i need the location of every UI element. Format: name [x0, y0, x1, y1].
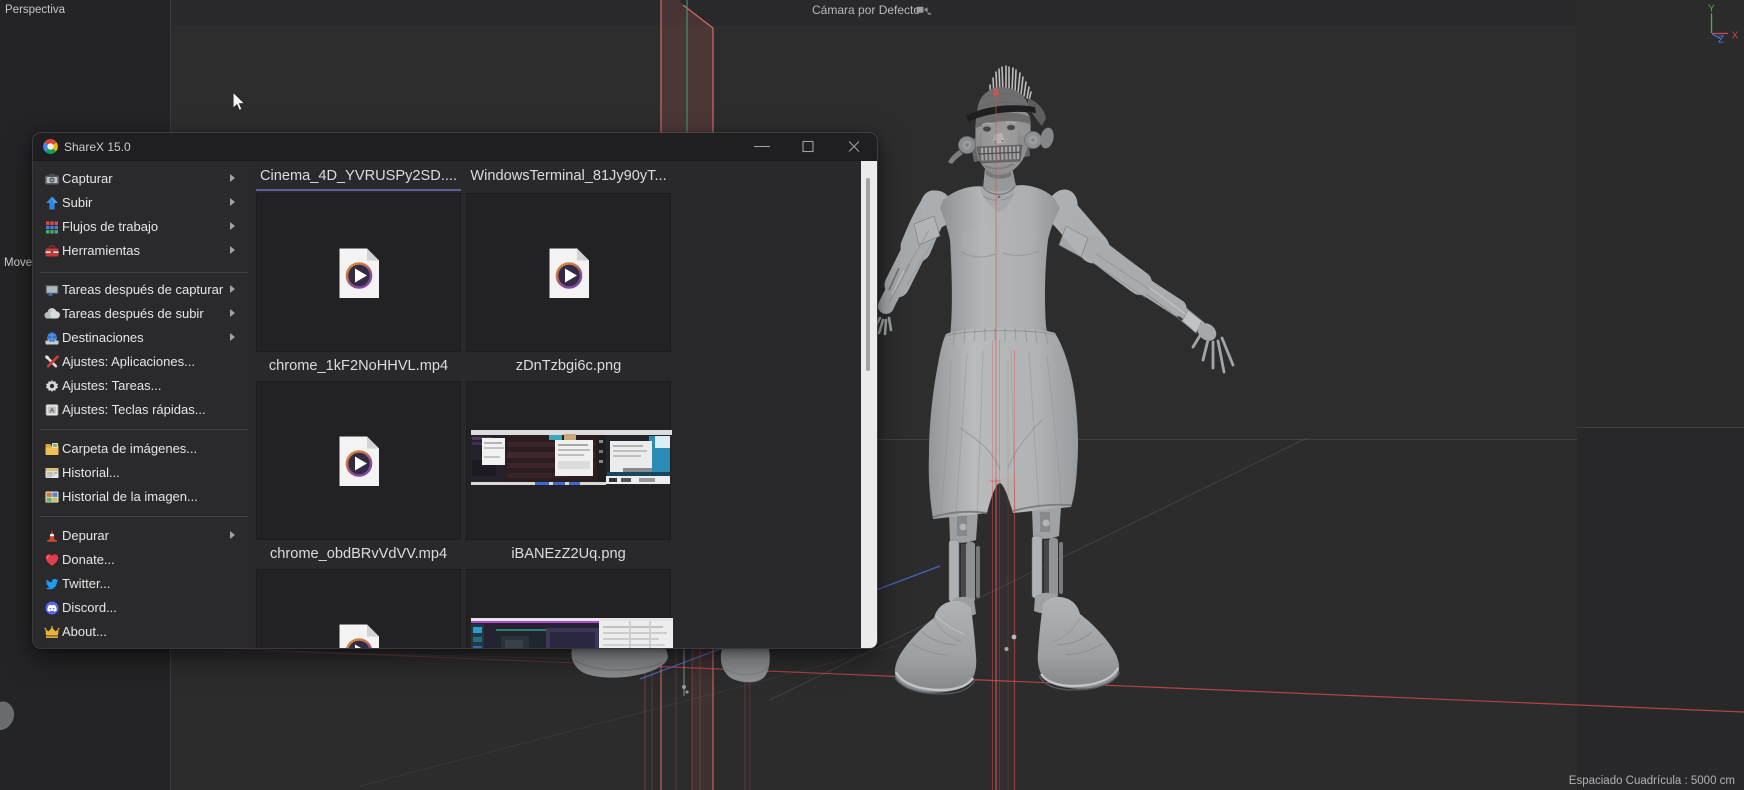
svg-text:A: A	[50, 407, 55, 414]
